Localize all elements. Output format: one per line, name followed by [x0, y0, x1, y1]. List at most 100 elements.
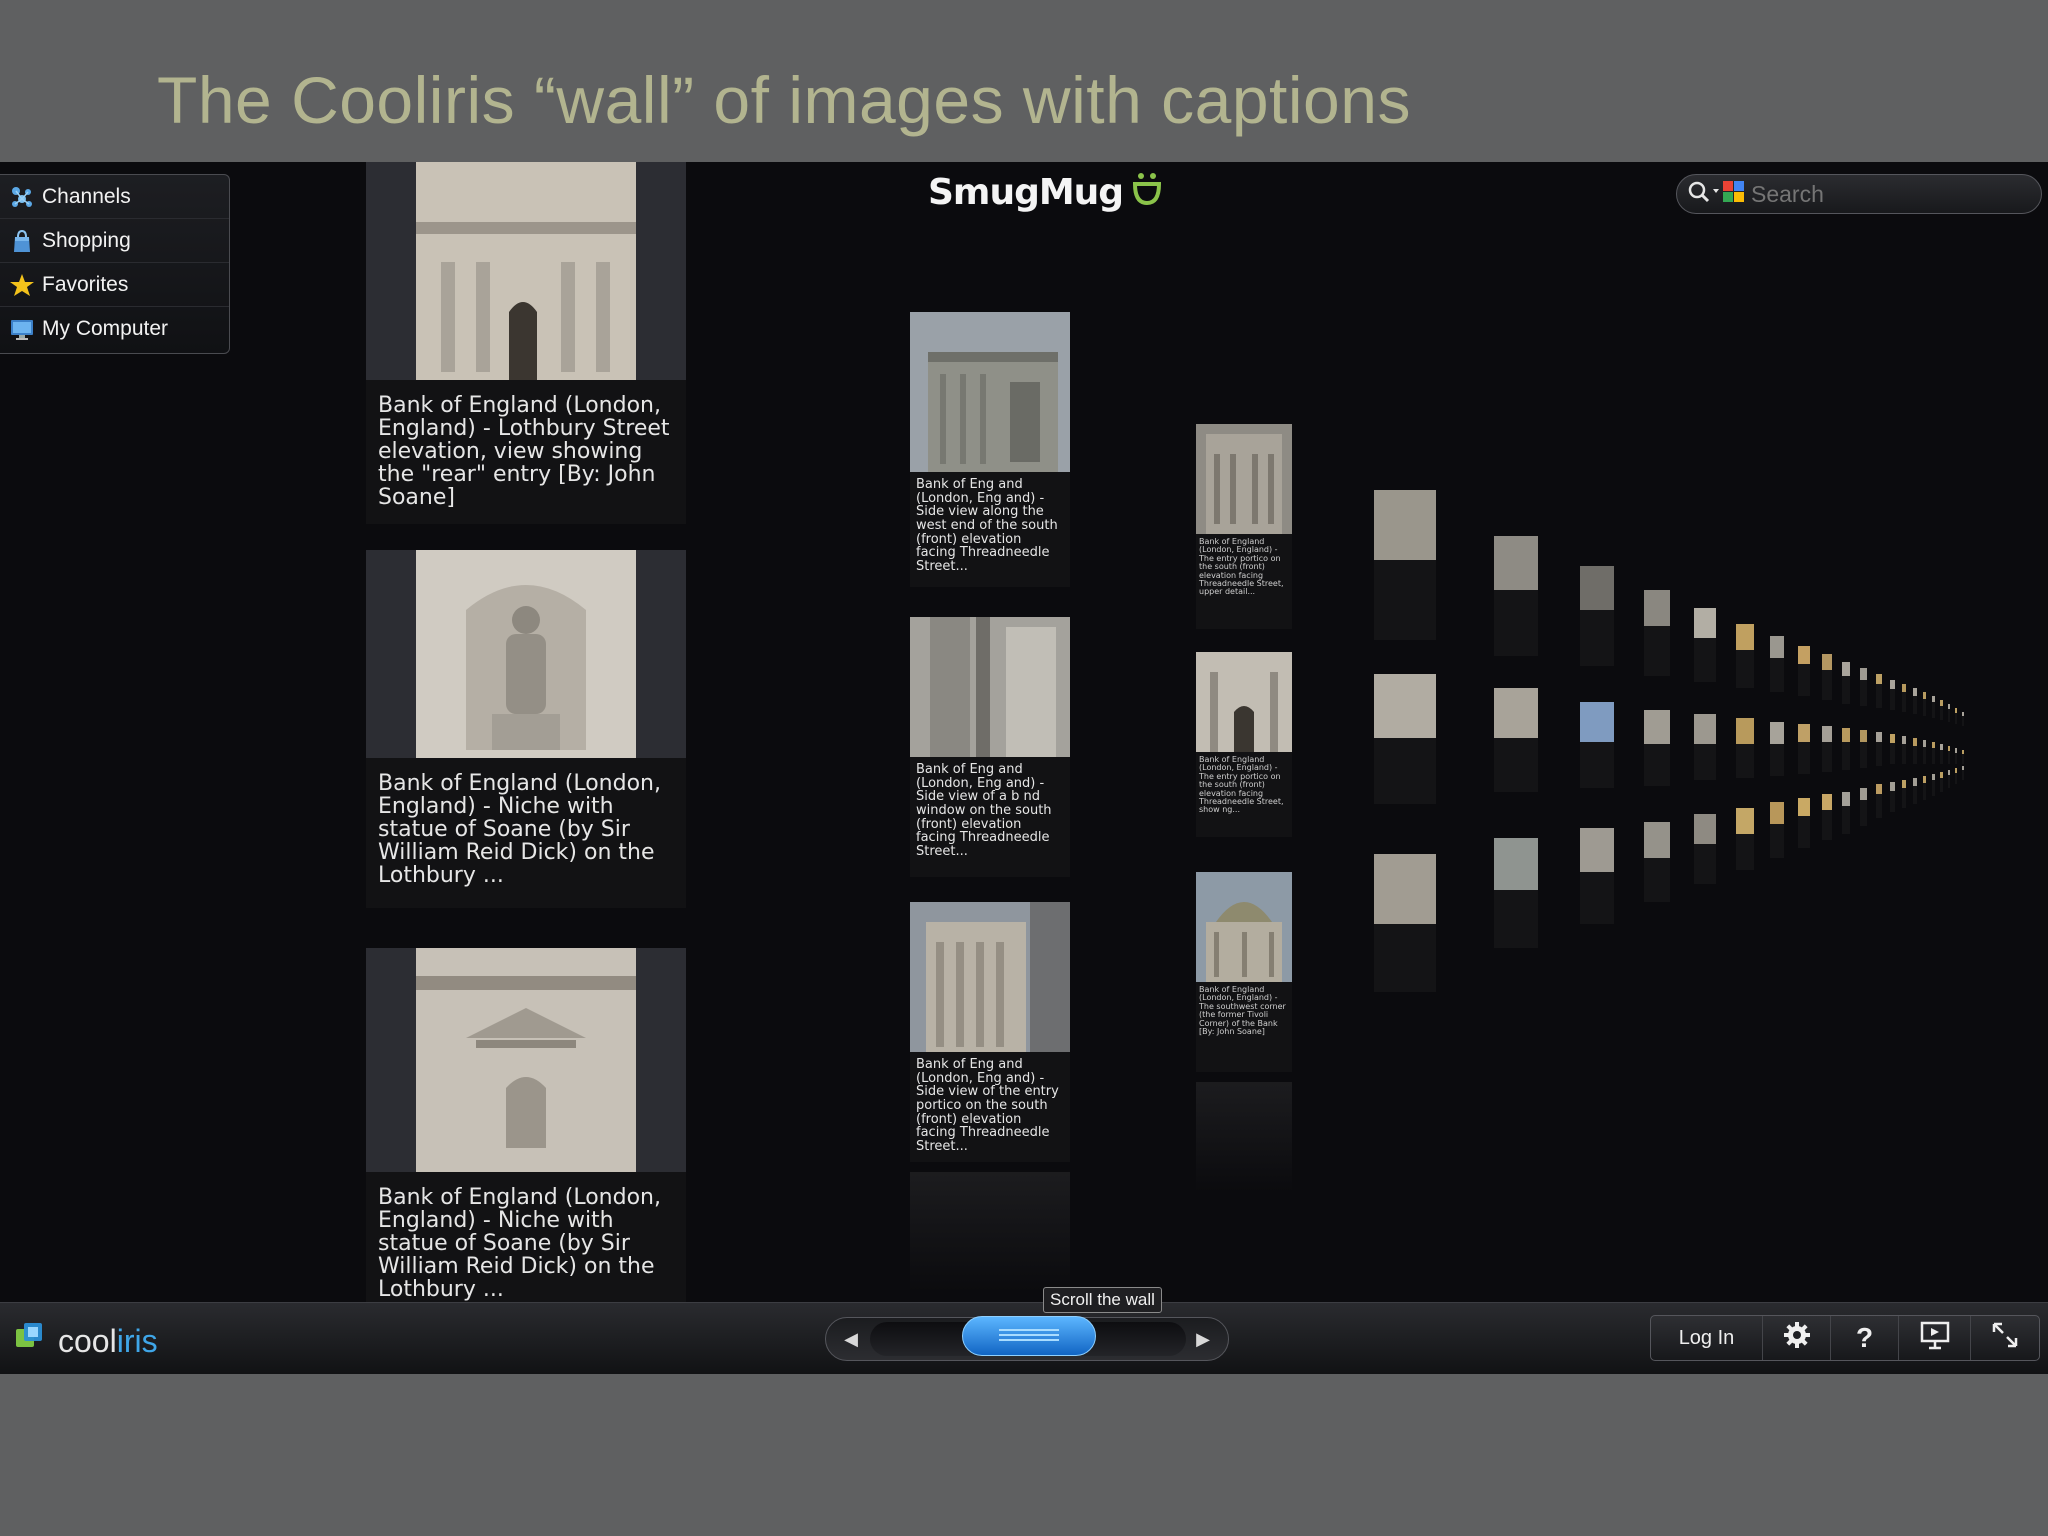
scroll-thumb[interactable]: [962, 1316, 1096, 1356]
wall-tile[interactable]: [1842, 662, 1850, 704]
wall-tile[interactable]: Bank of England (London, England) - The …: [1196, 424, 1292, 629]
wall-tile[interactable]: [1913, 738, 1917, 764]
wall-scroller[interactable]: ◀ ▶: [825, 1316, 1229, 1361]
wall-tile[interactable]: [1494, 688, 1538, 792]
wall-tile[interactable]: [1798, 646, 1810, 696]
wall-tile[interactable]: [1694, 714, 1716, 780]
wall-tile[interactable]: [1374, 490, 1436, 640]
wall-tile[interactable]: Bank of England (London, England) - The …: [1196, 872, 1292, 1072]
tile-caption: Bank of England (London, England) - Nich…: [378, 771, 661, 889]
wall-tile[interactable]: [1940, 700, 1943, 720]
wall-tile[interactable]: [1580, 566, 1614, 666]
wall-tile[interactable]: [1644, 822, 1670, 902]
settings-button[interactable]: [1763, 1316, 1831, 1360]
wall-tile[interactable]: [1770, 802, 1784, 858]
wall-tile[interactable]: Bank of England (London, England) - Nich…: [366, 948, 686, 1302]
wall-tile[interactable]: [1932, 774, 1935, 796]
wall-tile[interactable]: [1890, 734, 1895, 764]
wall-tile[interactable]: [1890, 680, 1895, 710]
wall-tile[interactable]: [1955, 748, 1957, 764]
wall-tile[interactable]: Bank of England (London, England) - Loth…: [366, 162, 686, 524]
wall-tile[interactable]: [1940, 744, 1943, 764]
present-button[interactable]: [1899, 1316, 1971, 1360]
wall-tile[interactable]: [1902, 684, 1906, 712]
wall-tile[interactable]: [1913, 778, 1917, 804]
google-icon: [1723, 179, 1745, 210]
wall-tile[interactable]: Bank of England (London, England) - The …: [1196, 652, 1292, 837]
wall-tile[interactable]: [1374, 674, 1436, 804]
wall-tile[interactable]: [1770, 636, 1784, 692]
fullscreen-button[interactable]: [1971, 1316, 2039, 1360]
scroll-right-arrow-icon[interactable]: ▶: [1190, 1326, 1216, 1352]
wall-tile[interactable]: [1948, 770, 1950, 788]
cooliris-logo[interactable]: cooliris: [14, 1319, 158, 1363]
wall-tile[interactable]: [1736, 718, 1754, 778]
menu-item-label: My Computer: [42, 317, 169, 340]
wall-tile[interactable]: [1948, 704, 1950, 722]
wall-tile[interactable]: [1644, 590, 1670, 676]
wall-tile[interactable]: [1962, 712, 1964, 726]
tile-reflection: [1196, 1082, 1292, 1192]
login-button[interactable]: Log In: [1651, 1316, 1763, 1360]
wall-tile[interactable]: [1962, 766, 1964, 780]
wall-tile[interactable]: [1860, 668, 1867, 706]
wall-tile[interactable]: [1822, 794, 1832, 840]
wall-tile[interactable]: [1798, 724, 1810, 774]
wall-tile[interactable]: Bank of Eng and (London, Eng and) - Side…: [910, 902, 1070, 1162]
search-input[interactable]: [1751, 180, 2001, 208]
channels-icon: [8, 183, 36, 211]
wall-tile[interactable]: [1694, 814, 1716, 884]
wall-tile[interactable]: Bank of Eng and (London, Eng and) - Side…: [910, 312, 1070, 587]
wall-tile[interactable]: [1876, 674, 1882, 708]
wall-tile[interactable]: [1580, 828, 1614, 924]
wall-tile[interactable]: [1842, 728, 1850, 770]
wall-tile[interactable]: [1940, 772, 1943, 792]
wall-tile[interactable]: [1736, 624, 1754, 688]
wall-tile[interactable]: [1955, 768, 1957, 784]
wall-tile[interactable]: [1890, 782, 1895, 812]
smiley-icon: [1131, 170, 1163, 215]
wall-tile[interactable]: [1494, 536, 1538, 656]
wall-tile[interactable]: [1798, 798, 1810, 848]
search-box[interactable]: [1676, 174, 2042, 214]
wall-tile[interactable]: [1923, 776, 1926, 800]
wall-tile[interactable]: [1822, 654, 1832, 700]
search-icon[interactable]: [1687, 180, 1723, 209]
wall-tile[interactable]: [1694, 608, 1716, 682]
wall-tile[interactable]: [1876, 732, 1882, 766]
wall-tile[interactable]: [1736, 808, 1754, 870]
wall-tile[interactable]: [1860, 788, 1867, 826]
wall-tile[interactable]: [1955, 708, 1957, 724]
wall-tile[interactable]: [1860, 730, 1867, 768]
wall-tile[interactable]: [1644, 710, 1670, 786]
menu-item-favorites[interactable]: Favorites: [0, 263, 229, 307]
scroll-left-arrow-icon[interactable]: ◀: [838, 1326, 864, 1352]
wall-tile[interactable]: [1494, 838, 1538, 948]
image-wall[interactable]: Bank of England (London, England) - Loth…: [0, 162, 2048, 1302]
wall-tile[interactable]: [1923, 740, 1926, 764]
menu-item-label: Shopping: [42, 228, 131, 252]
wall-tile[interactable]: Bank of England (London, England) - Nich…: [366, 550, 686, 908]
menu-item-shopping[interactable]: Shopping: [0, 219, 229, 263]
wall-tile[interactable]: [1770, 722, 1784, 776]
wall-tile[interactable]: [1876, 784, 1882, 818]
wall-tile[interactable]: [1374, 854, 1436, 992]
menu-item-channels[interactable]: Channels: [0, 175, 229, 219]
wall-tile[interactable]: [1913, 688, 1917, 714]
gear-icon: [1782, 1320, 1812, 1356]
wall-tile[interactable]: [1902, 736, 1906, 764]
wall-tile[interactable]: [1580, 702, 1614, 788]
wall-tile[interactable]: [1932, 742, 1935, 764]
help-button[interactable]: ?: [1831, 1316, 1899, 1360]
wall-tile[interactable]: Bank of Eng and (London, Eng and) - Side…: [910, 617, 1070, 877]
wall-tile[interactable]: [1842, 792, 1850, 834]
menu-item-my-computer[interactable]: My Computer: [0, 307, 229, 351]
photo-thumbnail: [1196, 872, 1292, 982]
smugmug-brand: SmugMug: [928, 170, 1163, 215]
wall-tile[interactable]: [1902, 780, 1906, 808]
wall-tile[interactable]: [1822, 726, 1832, 772]
wall-tile[interactable]: [1948, 746, 1950, 764]
wall-tile[interactable]: [1923, 692, 1926, 716]
wall-tile[interactable]: [1932, 696, 1935, 718]
wall-tile[interactable]: [1962, 750, 1964, 764]
